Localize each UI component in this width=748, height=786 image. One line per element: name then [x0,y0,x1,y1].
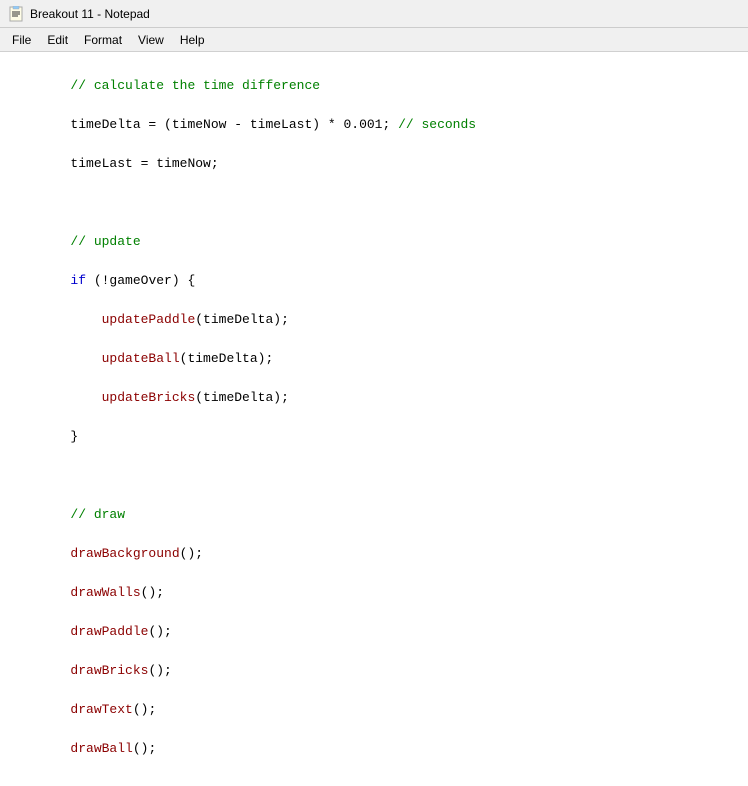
code-line: updateBricks(timeDelta); [0,388,748,408]
code-line: // update [0,232,748,252]
menu-file[interactable]: File [4,31,39,49]
menu-help[interactable]: Help [172,31,213,49]
code-line [0,778,748,786]
window-title: Breakout 11 - Notepad [30,7,150,21]
code-line: drawBricks(); [0,661,748,681]
code-line [0,466,748,486]
code-line: drawBall(); [0,739,748,759]
code-line: updateBall(timeDelta); [0,349,748,369]
code-line: // calculate the time difference [0,76,748,96]
code-line: drawWalls(); [0,583,748,603]
menu-view[interactable]: View [130,31,172,49]
title-bar: Breakout 11 - Notepad [0,0,748,28]
code-line: if (!gameOver) { [0,271,748,291]
code-line: drawPaddle(); [0,622,748,642]
code-line: drawBackground(); [0,544,748,564]
menu-bar: File Edit Format View Help [0,28,748,52]
code-line: updatePaddle(timeDelta); [0,310,748,330]
code-line [0,193,748,213]
notepad-icon [8,6,24,22]
menu-edit[interactable]: Edit [39,31,76,49]
code-editor[interactable]: // calculate the time difference timeDel… [0,52,748,786]
menu-format[interactable]: Format [76,31,130,49]
code-line: // draw [0,505,748,525]
code-line: timeDelta = (timeNow - timeLast) * 0.001… [0,115,748,135]
code-line: timeLast = timeNow; [0,154,748,174]
code-line: drawText(); [0,700,748,720]
code-line: } [0,427,748,447]
